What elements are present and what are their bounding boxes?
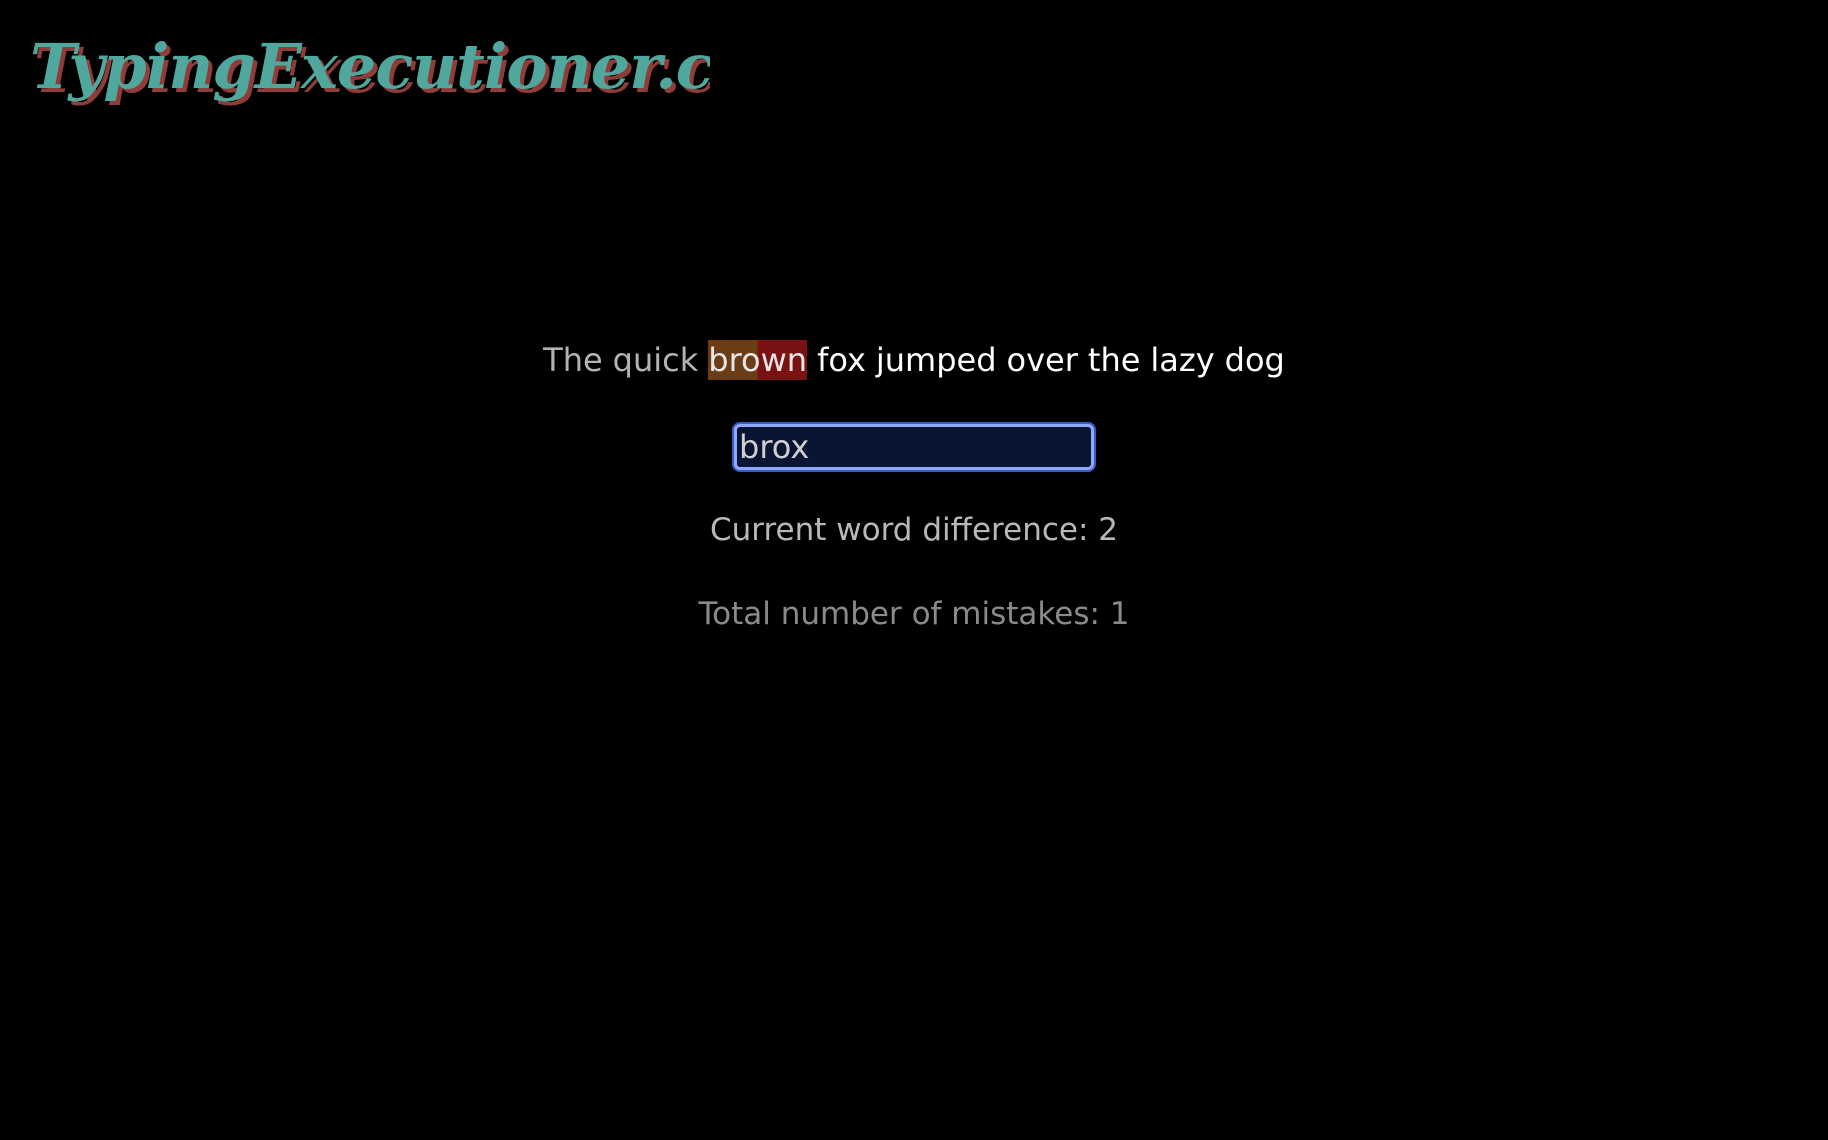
word-space — [1078, 340, 1088, 380]
word-difference-stat: Current word difference: 2 — [710, 512, 1118, 548]
sentence-word: the — [1087, 341, 1141, 379]
word-space — [1215, 340, 1225, 380]
sentence-word: over — [1006, 341, 1078, 379]
word-space — [807, 340, 817, 380]
word-space — [997, 340, 1007, 380]
typing-area: Thequickbrownfoxjumpedoverthelazydog Cur… — [0, 340, 1828, 632]
sentence-word: fox — [817, 341, 866, 379]
logo-graphic: TypingExecutioner.com TypingExecutioner.… — [30, 30, 710, 107]
sentence-word: dog — [1224, 341, 1285, 379]
word-space — [866, 340, 876, 380]
sentence-word: The — [543, 341, 603, 379]
site-logo[interactable]: TypingExecutioner.com TypingExecutioner.… — [30, 18, 710, 118]
sentence-word: quick — [612, 341, 699, 379]
sentence-word: jumped — [875, 341, 997, 379]
word-space — [1140, 340, 1150, 380]
target-sentence: The quick brown fox jumped over the lazy dog — [543, 340, 1285, 380]
word-space — [603, 340, 613, 380]
mistakes-stat: Total number of mistakes: 1 — [698, 596, 1130, 632]
typing-input[interactable] — [734, 424, 1094, 470]
sentence-word: lazy — [1150, 341, 1215, 379]
current-word: brown — [708, 340, 808, 380]
word-space — [698, 340, 708, 380]
logo-text: TypingExecutioner.com — [30, 30, 710, 103]
